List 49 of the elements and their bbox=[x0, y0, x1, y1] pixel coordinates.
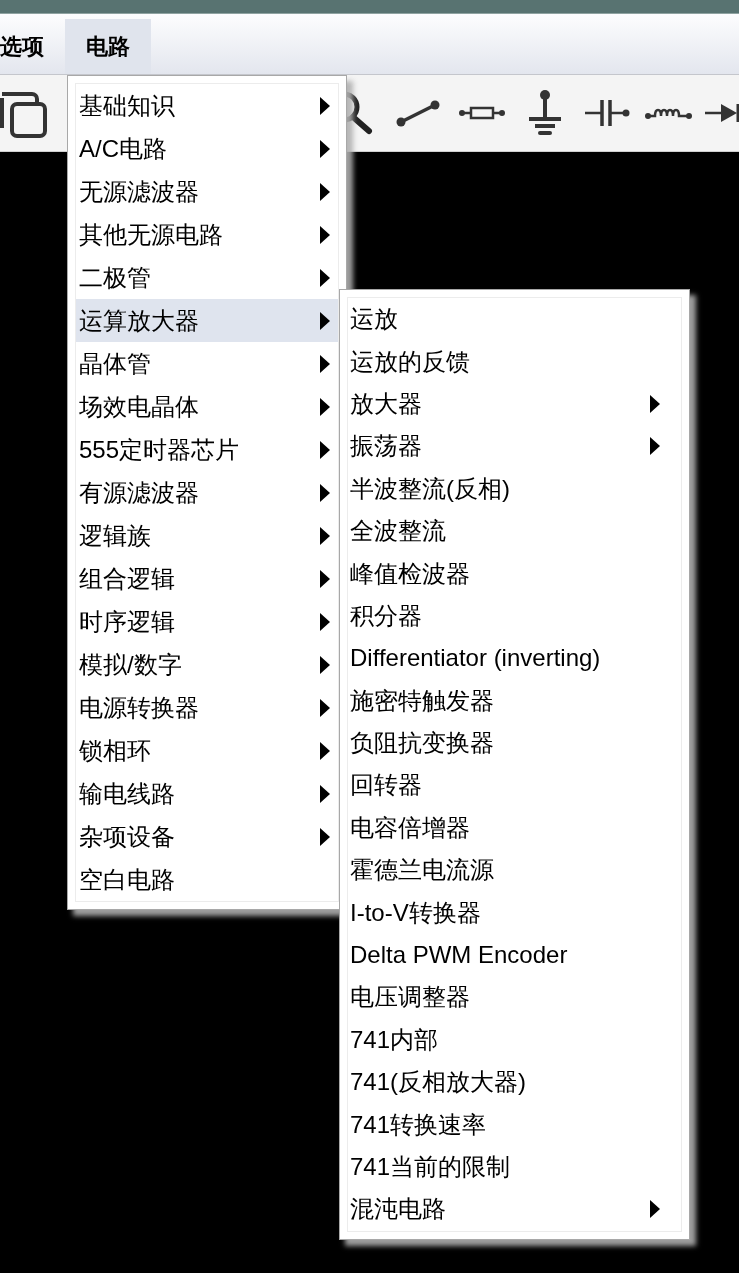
menu-bar-item[interactable]: 电路 bbox=[65, 19, 151, 74]
menu-item[interactable]: 时序逻辑 bbox=[76, 600, 338, 643]
menu-item[interactable]: 其他无源电路 bbox=[76, 213, 338, 256]
menu-item[interactable]: 电容倍增器 bbox=[348, 806, 681, 850]
menu-item[interactable]: 积分器 bbox=[348, 594, 681, 638]
menu-item[interactable]: 组合逻辑 bbox=[76, 557, 338, 600]
menu-item[interactable]: 振荡器 bbox=[348, 425, 681, 468]
menu-item[interactable]: 峰值检波器 bbox=[348, 552, 681, 595]
menu-item[interactable]: 无源滤波器 bbox=[76, 170, 338, 213]
menu-item[interactable]: 锁相环 bbox=[76, 729, 338, 772]
menu-item[interactable]: 电源转换器 bbox=[76, 686, 338, 729]
menu-item[interactable]: 空白电路 bbox=[76, 858, 338, 901]
menu-item[interactable]: 二极管 bbox=[76, 256, 338, 299]
menu-item[interactable]: I-to-V转换器 bbox=[348, 891, 681, 934]
menu-item[interactable]: 555定时器芯片 bbox=[76, 428, 338, 471]
menu-item[interactable]: A/C电路 bbox=[76, 127, 338, 170]
search-icon[interactable] bbox=[347, 91, 374, 135]
menu-item[interactable]: 电压调整器 bbox=[348, 976, 681, 1019]
capacitor-icon[interactable] bbox=[583, 98, 630, 128]
menu-bar-item[interactable]: 选项 bbox=[0, 19, 44, 74]
menu-item[interactable]: 输电线路 bbox=[76, 772, 338, 815]
menu-item[interactable]: 晶体管 bbox=[76, 342, 338, 385]
menu-item[interactable]: 混沌电路 bbox=[348, 1188, 681, 1231]
ground-icon[interactable] bbox=[527, 90, 563, 136]
menu-item[interactable]: 有源滤波器 bbox=[76, 471, 338, 514]
menu-item[interactable]: 负阻抗变换器 bbox=[348, 721, 681, 765]
menu-item[interactable]: 741转换速率 bbox=[348, 1103, 681, 1146]
menu-item[interactable]: Delta PWM Encoder bbox=[348, 933, 681, 977]
menu-item[interactable]: 741内部 bbox=[348, 1018, 681, 1062]
inductor-icon[interactable] bbox=[645, 106, 692, 120]
menu-item[interactable]: 运放 bbox=[348, 298, 681, 341]
menu-item[interactable]: 全波整流 bbox=[348, 509, 681, 553]
menu-item[interactable]: 放大器 bbox=[348, 382, 681, 426]
menu-item[interactable]: 逻辑族 bbox=[76, 514, 338, 557]
menu-item[interactable]: 半波整流(反相) bbox=[348, 467, 681, 510]
menu-item[interactable]: Differentiator (inverting) bbox=[348, 637, 681, 680]
menu-item[interactable]: 回转器 bbox=[348, 764, 681, 807]
menu-item[interactable]: 场效电晶体 bbox=[76, 385, 338, 428]
menu-item[interactable]: 运放的反馈 bbox=[348, 340, 681, 383]
menu-item[interactable]: 基础知识 bbox=[76, 84, 338, 127]
resistor-icon[interactable] bbox=[458, 105, 506, 121]
menu-item[interactable]: 杂项设备 bbox=[76, 815, 338, 858]
menu-item[interactable]: 运算放大器 bbox=[76, 299, 338, 342]
menu-item[interactable]: 模拟/数字 bbox=[76, 643, 338, 686]
menu-item[interactable]: 施密特触发器 bbox=[348, 679, 681, 722]
menu-item[interactable]: 741(反相放大器) bbox=[348, 1061, 681, 1104]
diode-icon[interactable] bbox=[705, 101, 739, 125]
menu-item[interactable]: 741当前的限制 bbox=[348, 1145, 681, 1189]
menu-item[interactable]: 霍德兰电流源 bbox=[348, 849, 681, 892]
